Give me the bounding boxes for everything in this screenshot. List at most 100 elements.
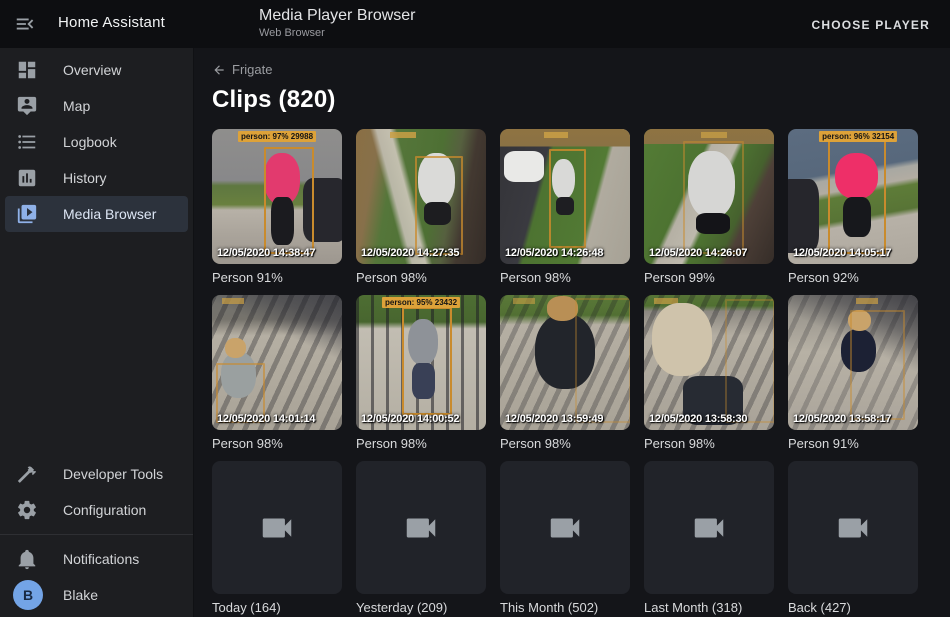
sidebar-item-label: History bbox=[63, 170, 107, 186]
sidebar-item-label: Developer Tools bbox=[63, 466, 163, 482]
clip-caption: Person 98% bbox=[212, 436, 342, 451]
sidebar-item-media-browser[interactable]: Media Browser bbox=[5, 196, 188, 232]
arrow-left-icon bbox=[212, 63, 226, 77]
sidebar-item-profile[interactable]: B Blake bbox=[5, 577, 188, 613]
clip-thumbnail-garage-front[interactable]: 12/05/2020 14:26:48 bbox=[500, 129, 630, 264]
clip-timestamp: 12/05/2020 13:59:49 bbox=[505, 413, 603, 425]
clips-grid: person: 97% 29988 12/05/2020 14:38:47 Pers… bbox=[212, 129, 950, 615]
page-title: Clips (820) bbox=[212, 86, 950, 114]
clip-thumbnail-street-stroller[interactable]: person: 97% 29988 12/05/2020 14:38:47 bbox=[212, 129, 342, 264]
sidebar-item-overview[interactable]: Overview bbox=[5, 52, 188, 88]
folder-label: Yesterday (209) bbox=[356, 600, 486, 615]
clip-thumbnail-walkway-back[interactable]: 12/05/2020 14:26:07 bbox=[644, 129, 774, 264]
clip-cell: 12/05/2020 13:58:30Person 98% bbox=[644, 295, 774, 451]
folder-tile-this-month-502[interactable] bbox=[500, 461, 630, 594]
detection-label: person: 95% 23432 bbox=[382, 297, 460, 308]
choose-player-button[interactable]: CHOOSE PLAYER bbox=[805, 14, 936, 36]
detection-bounding-box bbox=[828, 140, 885, 255]
sidebar-item-label: Media Browser bbox=[63, 206, 156, 222]
clip-caption: Person 99% bbox=[644, 270, 774, 285]
map-account-icon bbox=[16, 95, 38, 117]
clip-cell: 12/05/2020 14:26:07 Person 99% bbox=[644, 129, 774, 285]
hammer-icon bbox=[16, 463, 38, 485]
play-box-multiple-icon bbox=[16, 203, 38, 225]
clip-timestamp: 12/05/2020 14:27:35 bbox=[361, 247, 459, 259]
folder-tile-today-164[interactable] bbox=[212, 461, 342, 594]
sidebar-item-label: Map bbox=[63, 98, 90, 114]
clip-thumbnail-patio-child[interactable]: 12/05/2020 14:01:14 bbox=[212, 295, 342, 430]
media-browser-content: Frigate Clips (820) person: 97% 29988 12/… bbox=[194, 48, 950, 617]
clip-timestamp: 12/05/2020 13:58:30 bbox=[649, 413, 747, 425]
folder-tile-last-month-318[interactable] bbox=[644, 461, 774, 594]
video-icon bbox=[690, 509, 728, 547]
detection-bounding-box bbox=[725, 299, 774, 423]
clip-thumbnail-fence-child[interactable]: person: 95% 23432 12/05/2020 14:00:52 bbox=[356, 295, 486, 430]
clip-cell: 12/05/2020 14:27:35 Person 98% bbox=[356, 129, 486, 285]
video-icon bbox=[834, 509, 872, 547]
breadcrumb-back[interactable]: Frigate bbox=[212, 62, 272, 77]
folder-label: Back (427) bbox=[788, 600, 918, 615]
clip-cell: person: 97% 29988 12/05/2020 14:38:47 Pers… bbox=[212, 129, 342, 285]
sidebar-spacer bbox=[0, 232, 193, 456]
sidebar-item-history[interactable]: History bbox=[5, 160, 188, 196]
clip-cell: 12/05/2020 14:26:48 Person 98% bbox=[500, 129, 630, 285]
sidebar-item-map[interactable]: Map bbox=[5, 88, 188, 124]
clip-caption: Person 98% bbox=[356, 270, 486, 285]
detection-bounding-box bbox=[683, 141, 744, 254]
clip-thumbnail-porch-step[interactable]: 12/05/2020 14:27:35 bbox=[356, 129, 486, 264]
clip-caption: Person 98% bbox=[500, 270, 630, 285]
detection-bounding-box bbox=[402, 307, 453, 415]
clip-caption: Person 91% bbox=[212, 270, 342, 285]
clip-thumbnail-patio-kneel[interactable]: 12/05/2020 13:59:49 bbox=[500, 295, 630, 430]
page-header-title: Media Player Browser bbox=[259, 7, 416, 25]
folder-label: Today (164) bbox=[212, 600, 342, 615]
folder-cell: Today (164) bbox=[212, 461, 342, 615]
folder-tile-back-427[interactable] bbox=[788, 461, 918, 594]
folder-tile-yesterday-209[interactable] bbox=[356, 461, 486, 594]
clip-cell: 12/05/2020 13:58:17 Person 91% bbox=[788, 295, 918, 451]
detection-bounding-box bbox=[850, 310, 905, 421]
bell-icon bbox=[16, 548, 38, 570]
profile-name: Blake bbox=[63, 587, 98, 603]
clip-cell: person: 95% 23432 12/05/2020 14:00:52 Pers… bbox=[356, 295, 486, 451]
clip-caption: Person 98% bbox=[356, 436, 486, 451]
sidebar-toggle-button[interactable] bbox=[14, 13, 38, 37]
user-avatar: B bbox=[13, 580, 43, 610]
video-icon bbox=[402, 509, 440, 547]
folder-cell: This Month (502) bbox=[500, 461, 630, 615]
sidebar-item-logbook[interactable]: Logbook bbox=[5, 124, 188, 160]
sidebar-item-developer-tools[interactable]: Developer Tools bbox=[5, 456, 188, 492]
clip-caption: Person 91% bbox=[788, 436, 918, 451]
clip-thumbnail-patio-toddler[interactable]: 12/05/2020 13:58:17 bbox=[788, 295, 918, 430]
clip-caption: Person 92% bbox=[788, 270, 918, 285]
clip-cell: 12/05/2020 14:01:14 Person 98% bbox=[212, 295, 342, 451]
clip-cell: 12/05/2020 13:59:49Person 98% bbox=[500, 295, 630, 451]
sidebar-item-notifications[interactable]: Notifications bbox=[5, 541, 188, 577]
gear-icon bbox=[16, 499, 38, 521]
person-figure bbox=[547, 296, 578, 320]
sidebar-item-label: Configuration bbox=[63, 502, 146, 518]
clip-timestamp: 12/05/2020 14:26:07 bbox=[649, 247, 747, 259]
app-header: Home Assistant Media Player Browser Web … bbox=[0, 0, 950, 48]
detection-bounding-box bbox=[549, 149, 586, 248]
clip-timestamp: 12/05/2020 14:38:47 bbox=[217, 247, 315, 259]
list-bulleted-icon bbox=[16, 131, 38, 153]
clip-cell: person: 96% 3215412/05/2020 14:05:17 Pers… bbox=[788, 129, 918, 285]
folder-cell: Last Month (318) bbox=[644, 461, 774, 615]
folder-label: Last Month (318) bbox=[644, 600, 774, 615]
clip-thumbnail-patio-stroller[interactable]: 12/05/2020 13:58:30 bbox=[644, 295, 774, 430]
clip-timestamp: 12/05/2020 14:00:52 bbox=[361, 413, 459, 425]
chart-box-icon bbox=[16, 167, 38, 189]
menu-open-icon bbox=[14, 22, 36, 39]
sidebar-item-configuration[interactable]: Configuration bbox=[5, 492, 188, 528]
sidebar: Overview Map Logbook History Media Browser D… bbox=[0, 48, 194, 617]
folder-cell: Yesterday (209) bbox=[356, 461, 486, 615]
clip-timestamp: 12/05/2020 14:05:17 bbox=[793, 247, 891, 259]
page-header-subtitle: Web Browser bbox=[259, 27, 325, 39]
detection-label: person: 97% 29988 bbox=[238, 131, 316, 142]
clip-thumbnail-street-crossing[interactable]: person: 96% 3215412/05/2020 14:05:17 bbox=[788, 129, 918, 264]
sidebar-item-label: Overview bbox=[63, 62, 121, 78]
app-window: Home Assistant Media Player Browser Web … bbox=[0, 0, 950, 617]
video-icon bbox=[258, 509, 296, 547]
detection-bounding-box bbox=[575, 298, 630, 424]
